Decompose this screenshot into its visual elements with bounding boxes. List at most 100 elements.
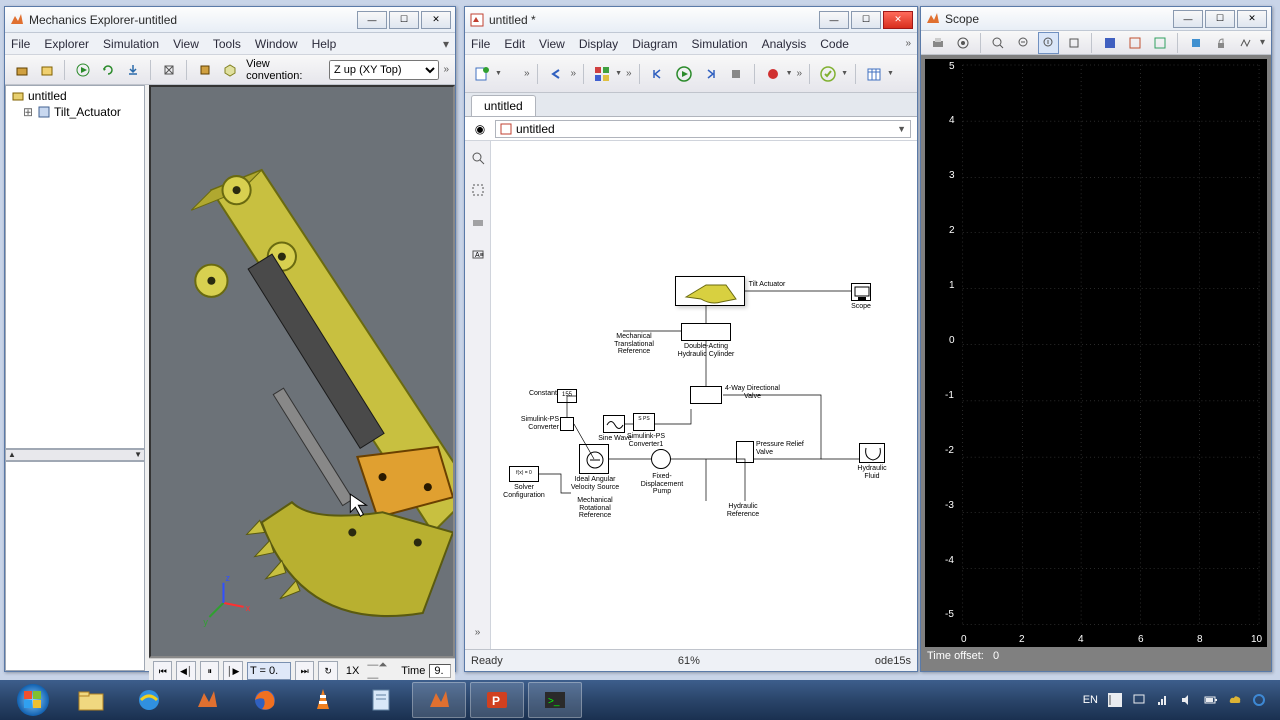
cube-icon[interactable] xyxy=(194,59,215,81)
task-ie[interactable] xyxy=(122,682,176,718)
menu-display[interactable]: Display xyxy=(579,37,618,51)
save-icon[interactable] xyxy=(1099,32,1120,54)
block-sine[interactable] xyxy=(603,415,625,433)
update-icon[interactable] xyxy=(97,59,118,81)
zoom-icon[interactable] xyxy=(467,147,489,169)
menu-overflow-icon[interactable]: » xyxy=(905,38,911,49)
overflow-icon[interactable]: » xyxy=(524,68,530,79)
check-icon[interactable] xyxy=(817,63,839,85)
cloud-icon[interactable] xyxy=(1228,693,1242,707)
block-scope[interactable] xyxy=(851,283,871,301)
block-pump[interactable] xyxy=(651,449,671,469)
menu-edit[interactable]: Edit xyxy=(504,37,525,51)
expand-icon[interactable]: ⊞ xyxy=(22,105,34,119)
download-icon[interactable] xyxy=(122,59,143,81)
dropdown-icon[interactable]: ▼ xyxy=(841,70,848,77)
zoom-y-icon[interactable] xyxy=(1038,32,1059,54)
sync-icon[interactable] xyxy=(1252,693,1266,707)
expand-icon[interactable]: » xyxy=(467,621,489,643)
params-icon[interactable] xyxy=(952,32,973,54)
task-vlc[interactable] xyxy=(296,682,350,718)
layers-icon[interactable] xyxy=(467,211,489,233)
menu-diagram[interactable]: Diagram xyxy=(632,37,677,51)
block-constant[interactable]: 155 xyxy=(557,389,577,403)
lang-indicator[interactable]: EN xyxy=(1083,694,1098,706)
menu-simulation[interactable]: Simulation xyxy=(103,37,159,51)
restore-icon[interactable] xyxy=(1124,32,1145,54)
toolbar-overflow-icon[interactable]: » xyxy=(443,64,449,75)
menu-window[interactable]: Window xyxy=(255,37,298,51)
simulink-canvas[interactable]: Tilt Actuator Scope Double-Acting Hydrau… xyxy=(491,141,917,649)
breadcrumb[interactable]: untitled ▼ xyxy=(495,120,911,138)
task-powerpoint[interactable]: P xyxy=(470,682,524,718)
wifi-icon[interactable] xyxy=(1156,693,1170,707)
fit-icon[interactable] xyxy=(467,179,489,201)
run-icon[interactable] xyxy=(72,59,93,81)
menu-view[interactable]: View xyxy=(539,37,565,51)
menu-help[interactable]: Help xyxy=(312,37,337,51)
close-button[interactable]: ✕ xyxy=(421,11,451,29)
float-icon[interactable] xyxy=(1185,32,1206,54)
menu-overflow-icon[interactable]: ▾ xyxy=(443,37,449,51)
volume-icon[interactable] xyxy=(1180,693,1194,707)
tree-root[interactable]: untitled xyxy=(8,88,142,104)
print-icon[interactable] xyxy=(927,32,948,54)
task-terminal[interactable]: >_ xyxy=(528,682,582,718)
maximize-button[interactable]: ☐ xyxy=(851,11,881,29)
scope-plot[interactable]: 5 4 3 2 1 0 -1 -2 -3 -4 -5 0 2 4 6 8 10 xyxy=(925,59,1267,647)
library-icon[interactable] xyxy=(591,63,613,85)
annotate-icon[interactable]: A≡ xyxy=(467,243,489,265)
view-convention-select[interactable]: Z up (XY Top) xyxy=(329,60,439,80)
flag-icon[interactable] xyxy=(1108,693,1122,707)
overflow-icon[interactable]: » xyxy=(571,68,577,79)
model-tree[interactable]: untitled ⊞ Tilt_Actuator xyxy=(5,85,145,449)
tree-child[interactable]: ⊞ Tilt_Actuator xyxy=(8,104,142,120)
task-matlab[interactable] xyxy=(180,682,234,718)
model-tab[interactable]: untitled xyxy=(471,95,536,116)
minimize-button[interactable]: — xyxy=(1173,10,1203,28)
menu-tools[interactable]: Tools xyxy=(213,37,241,51)
overflow-icon[interactable]: ▾ xyxy=(1260,37,1265,48)
step-fwd-icon[interactable] xyxy=(699,63,721,85)
menu-analysis[interactable]: Analysis xyxy=(762,37,807,51)
overflow-icon[interactable]: » xyxy=(797,68,803,79)
close-button[interactable]: ✕ xyxy=(1237,10,1267,28)
minimize-button[interactable]: — xyxy=(819,11,849,29)
block-cylinder[interactable] xyxy=(681,323,731,341)
block-ideal-src[interactable] xyxy=(579,444,609,474)
zoom-x-icon[interactable] xyxy=(1013,32,1034,54)
close-button[interactable]: ✕ xyxy=(883,11,913,29)
menu-view[interactable]: View xyxy=(173,37,199,51)
action-center-icon[interactable] xyxy=(1132,693,1146,707)
task-firefox[interactable] xyxy=(238,682,292,718)
minimize-button[interactable]: — xyxy=(357,11,387,29)
step-back-icon[interactable] xyxy=(647,63,669,85)
step-fwd-button[interactable]: │▶ xyxy=(223,661,242,681)
stop-icon[interactable] xyxy=(725,63,747,85)
properties-pane[interactable] xyxy=(5,461,145,671)
frame-icon[interactable] xyxy=(158,59,179,81)
block-valve[interactable] xyxy=(690,386,722,404)
block-sps-conv-2[interactable]: S PS xyxy=(633,413,655,431)
dropdown-icon[interactable]: ▼ xyxy=(897,124,906,134)
task-notepad[interactable] xyxy=(354,682,408,718)
back-icon[interactable] xyxy=(545,63,567,85)
3d-viewport[interactable]: x y z xyxy=(149,85,455,658)
signal-icon[interactable] xyxy=(1235,32,1256,54)
block-sps-conv-1[interactable] xyxy=(560,417,574,431)
block-tilt-actuator[interactable] xyxy=(675,276,745,306)
schedule-icon[interactable] xyxy=(863,63,885,85)
time-slider-pos[interactable] xyxy=(247,662,291,680)
run-icon[interactable] xyxy=(673,63,695,85)
new-model-icon[interactable] xyxy=(471,63,493,85)
goto-start-button[interactable]: ⏮ xyxy=(153,661,172,681)
maximize-button[interactable]: ☐ xyxy=(389,11,419,29)
splitter-handle[interactable]: ▲▼ xyxy=(5,449,145,461)
goto-end-button[interactable]: ⏭ xyxy=(295,661,314,681)
menu-code[interactable]: Code xyxy=(820,37,849,51)
record-icon[interactable] xyxy=(762,63,784,85)
autoscale-icon[interactable] xyxy=(1063,32,1084,54)
zoom-in-icon[interactable] xyxy=(988,32,1009,54)
menu-file[interactable]: File xyxy=(471,37,490,51)
overflow-icon[interactable]: » xyxy=(626,68,632,79)
